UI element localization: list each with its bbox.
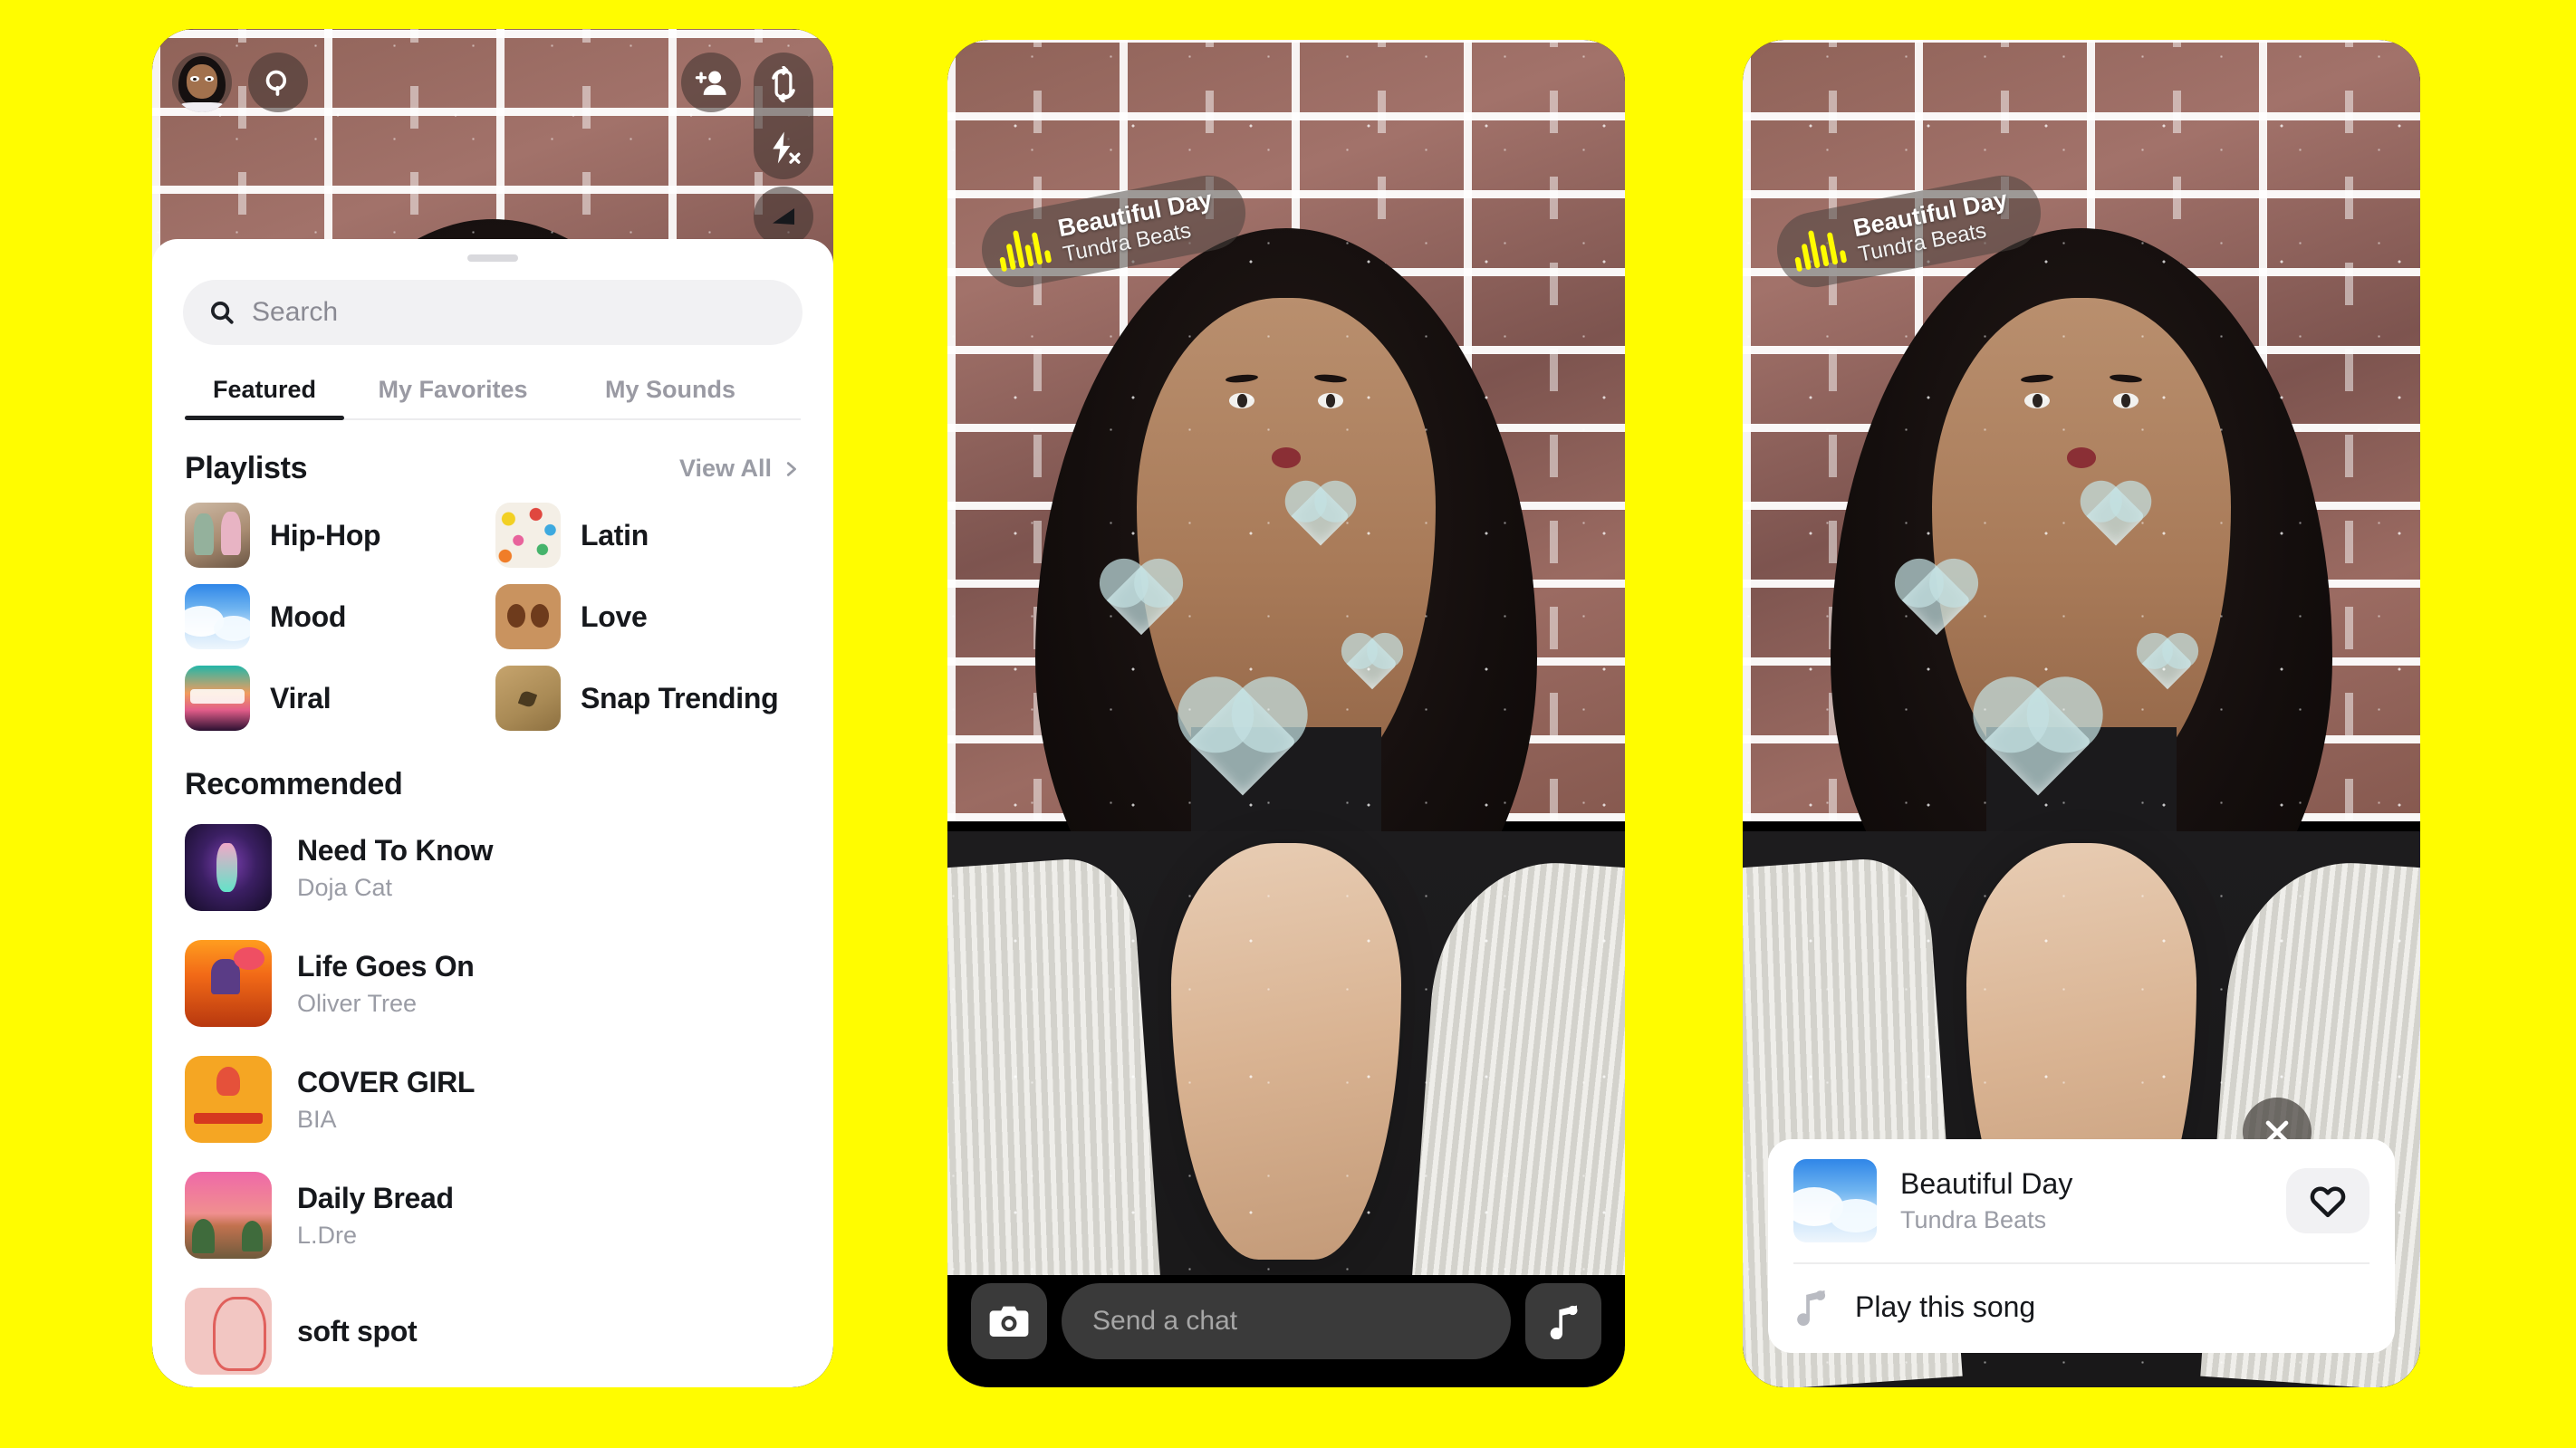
- list-item[interactable]: Daily Bread L.Dre: [185, 1157, 801, 1273]
- night-mode-icon[interactable]: [754, 187, 813, 246]
- playlist-label: Love: [581, 599, 648, 633]
- list-item[interactable]: Need To Know Doja Cat: [185, 810, 801, 925]
- list-item[interactable]: Life Goes On Oliver Tree: [185, 925, 801, 1041]
- camera-side-controls: [754, 53, 813, 179]
- phone-2-snap-preview: Beautiful Day Tundra Beats Send a chat: [947, 40, 1625, 1387]
- view-all-label: View All: [678, 455, 772, 482]
- song-artist: BIA: [297, 1105, 337, 1133]
- add-friend-icon[interactable]: [681, 53, 741, 112]
- tab-featured[interactable]: Featured: [185, 376, 344, 420]
- song-thumbnail: [185, 824, 272, 911]
- song-thumbnail: [185, 1172, 272, 1259]
- playlist-label: Mood: [270, 599, 347, 633]
- search-input[interactable]: Search: [183, 280, 803, 345]
- song-title: Beautiful Day: [1900, 1167, 2073, 1200]
- music-note-icon: [1797, 1290, 1826, 1326]
- playlist-label: Hip-Hop: [270, 518, 381, 551]
- heart-icon[interactable]: [2286, 1168, 2369, 1233]
- play-this-song-label: Play this song: [1855, 1290, 2036, 1323]
- page-root: Search Featured My Favorites My Sounds P…: [0, 0, 2576, 1448]
- recommended-list: Need To Know Doja Cat Life Goes On Olive…: [152, 802, 833, 1387]
- flip-camera-icon[interactable]: [754, 53, 813, 116]
- song-thumbnail: [185, 1288, 272, 1375]
- song-title: Need To Know: [297, 833, 494, 867]
- song-options-sheet: Beautiful Day Tundra Beats Play this son…: [1768, 1139, 2395, 1353]
- playlist-item-viral[interactable]: Viral: [185, 666, 495, 731]
- song-title: Life Goes On: [297, 949, 475, 983]
- chat-placeholder: Send a chat: [1092, 1306, 1238, 1336]
- song-title: Daily Bread: [297, 1181, 454, 1214]
- playlist-thumbnail: [185, 666, 250, 731]
- camera-icon[interactable]: [971, 1283, 1047, 1359]
- camera-top-right-controls: [681, 53, 813, 246]
- recommended-section-header: Recommended: [152, 731, 833, 802]
- playlists-title: Playlists: [185, 451, 308, 485]
- playlists-section-header: Playlists View All: [152, 420, 833, 486]
- view-all-button[interactable]: View All: [679, 455, 801, 483]
- play-this-song-button[interactable]: Play this song: [1768, 1264, 2395, 1353]
- playlist-item-hip-hop[interactable]: Hip-Hop: [185, 503, 495, 568]
- bitmoji-avatar[interactable]: [172, 53, 232, 112]
- phone-3-screen: Beautiful Day Tundra Beats Beautiful Day…: [1743, 40, 2420, 1387]
- music-note-icon[interactable]: [1525, 1283, 1601, 1359]
- search-placeholder: Search: [252, 297, 339, 327]
- playlist-label: Snap Trending: [581, 681, 779, 714]
- flash-off-icon[interactable]: [754, 116, 813, 179]
- song-title: soft spot: [297, 1314, 418, 1347]
- song-artist: Doja Cat: [297, 873, 393, 901]
- playlist-label: Latin: [581, 518, 649, 551]
- phone-2-screen: Beautiful Day Tundra Beats Send a chat: [947, 40, 1625, 1387]
- list-item[interactable]: COVER GIRL BIA: [185, 1041, 801, 1157]
- phone-1-music-picker: Search Featured My Favorites My Sounds P…: [152, 29, 833, 1387]
- playlist-item-latin[interactable]: Latin: [495, 503, 806, 568]
- playlist-item-snap-trending[interactable]: Snap Trending: [495, 666, 806, 731]
- camera-top-left-controls: [172, 53, 308, 112]
- phone-1-screen: Search Featured My Favorites My Sounds P…: [152, 29, 833, 1387]
- playlist-thumbnail: [185, 503, 250, 568]
- song-thumbnail: [185, 940, 272, 1027]
- tab-my-sounds[interactable]: My Sounds: [562, 376, 779, 420]
- playlist-thumbnail: [495, 584, 561, 649]
- song-artist: Oliver Tree: [297, 989, 418, 1017]
- song-artist: L.Dre: [297, 1221, 358, 1249]
- search-icon[interactable]: [248, 53, 308, 112]
- chat-bar: Send a chat: [947, 1275, 1625, 1387]
- song-thumbnail: [185, 1056, 272, 1143]
- playlist-label: Viral: [270, 681, 332, 714]
- equalizer-icon: [995, 225, 1053, 273]
- equalizer-icon: [1790, 225, 1848, 273]
- phone-3-song-options: Beautiful Day Tundra Beats Beautiful Day…: [1743, 40, 2420, 1387]
- sheet-content: Playlists View All Hip-Hop Latin Mood Lo…: [152, 420, 833, 1387]
- song-header-row: Beautiful Day Tundra Beats: [1768, 1139, 2395, 1262]
- search-icon: [211, 302, 234, 324]
- tab-my-favorites[interactable]: My Favorites: [344, 376, 562, 420]
- tab-active-indicator: [185, 416, 344, 420]
- playlists-grid: Hip-Hop Latin Mood Love Viral Snap Trend…: [152, 486, 833, 731]
- song-artist: Tundra Beats: [1900, 1206, 2047, 1233]
- music-picker-sheet: Search Featured My Favorites My Sounds P…: [152, 239, 833, 1387]
- playlist-thumbnail: [495, 666, 561, 731]
- chevron-right-icon: [786, 461, 796, 476]
- chat-input[interactable]: Send a chat: [1062, 1283, 1511, 1359]
- search-container: Search: [152, 262, 833, 345]
- playlist-thumbnail: [185, 584, 250, 649]
- sheet-drag-handle[interactable]: [467, 254, 518, 262]
- playlist-item-mood[interactable]: Mood: [185, 584, 495, 649]
- tab-bar: Featured My Favorites My Sounds: [152, 345, 833, 420]
- song-title: COVER GIRL: [297, 1065, 476, 1098]
- recommended-title: Recommended: [185, 767, 403, 801]
- playlist-item-love[interactable]: Love: [495, 584, 806, 649]
- playlist-thumbnail: [495, 503, 561, 568]
- list-item[interactable]: soft spot: [185, 1273, 801, 1387]
- song-artwork: [1793, 1159, 1877, 1242]
